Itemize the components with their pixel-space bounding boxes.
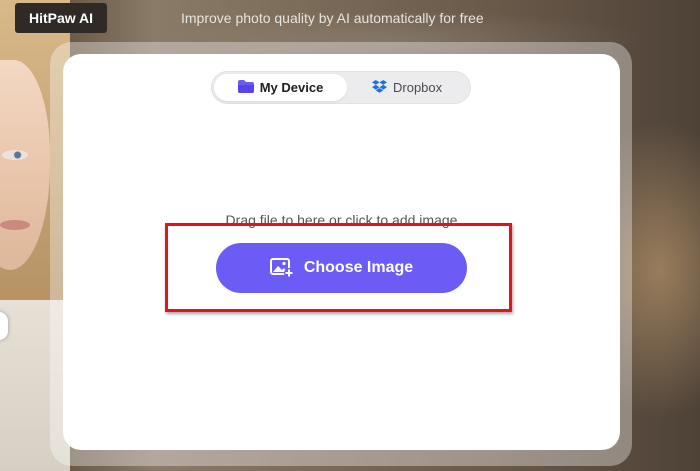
tab-my-device-label: My Device <box>259 80 324 95</box>
annotation-highlight-box <box>165 223 512 312</box>
tab-dropbox[interactable]: Dropbox <box>372 74 468 101</box>
tagline: Improve photo quality by AI automaticall… <box>181 10 484 26</box>
source-tabs: My Device Dropbox <box>211 71 471 104</box>
brand-logo[interactable]: HitPaw AI <box>15 3 108 33</box>
tab-my-device[interactable]: My Device <box>214 74 347 101</box>
folder-icon <box>237 79 254 96</box>
dropbox-icon <box>372 79 387 96</box>
tab-dropbox-label: Dropbox <box>393 80 443 95</box>
top-bar: HitPaw AI Improve photo quality by AI au… <box>0 0 700 36</box>
